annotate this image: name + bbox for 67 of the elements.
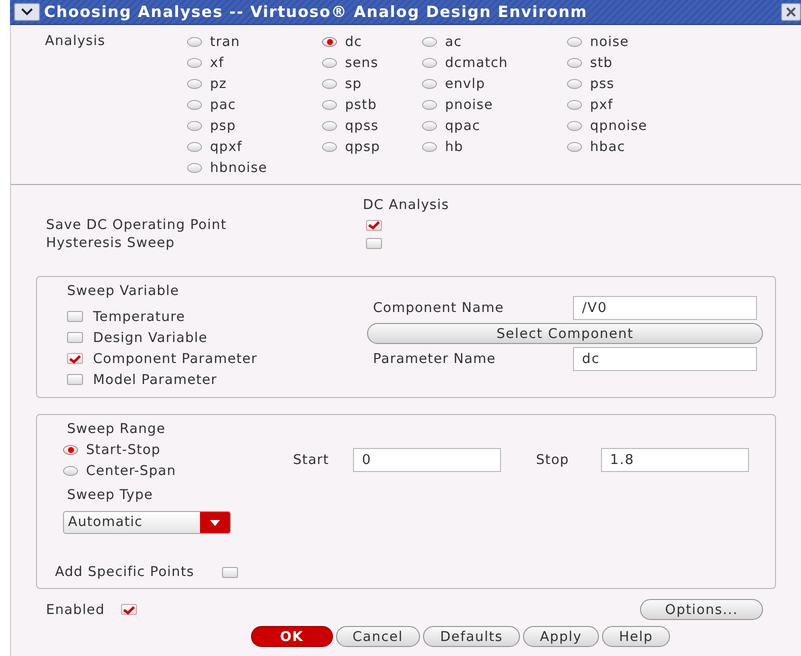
close-button[interactable] [781, 3, 801, 21]
analysis-radio[interactable]: xf [187, 52, 322, 73]
window-title: Choosing Analyses -- Virtuoso® Analog Design Environm [44, 3, 588, 21]
analysis-radio[interactable]: pnoise [422, 94, 567, 115]
dialog-button[interactable]: OK [251, 626, 333, 647]
analysis-radio[interactable]: qpss [322, 115, 422, 136]
analysis-radio[interactable]: stb [567, 52, 687, 73]
field-label: Start [293, 452, 330, 468]
caret-icon [21, 8, 33, 16]
dialog-button[interactable]: Apply [522, 626, 599, 647]
field-label: Component Name [373, 300, 505, 316]
analysis-radio[interactable]: dc [322, 31, 422, 52]
close-icon [786, 7, 796, 17]
parameter-name-field[interactable]: dc [573, 347, 757, 371]
checkbox-option[interactable]: Model Parameter [67, 369, 218, 390]
analysis-label: Analysis [45, 32, 106, 51]
field-label: Parameter Name [373, 351, 497, 367]
checkbox[interactable] [120, 604, 137, 615]
analysis-radio[interactable]: hbnoise [187, 157, 322, 178]
option-label: Hysteresis Sweep [46, 235, 176, 251]
stop-field[interactable]: 1.8 [601, 448, 749, 472]
checkbox-option[interactable]: Temperature [67, 306, 186, 327]
checkbox-option[interactable]: Component Parameter [67, 348, 258, 369]
sweep-mode-radio[interactable]: Center-Span [63, 460, 293, 481]
checkbox[interactable] [366, 220, 382, 230]
options-button[interactable]: Options... [640, 599, 763, 620]
checkbox-option[interactable]: Design Variable [67, 327, 208, 348]
analysis-radio[interactable]: sp [322, 73, 422, 94]
analysis-radio[interactable]: sens [322, 52, 422, 73]
select-component-button[interactable]: Select Component [367, 323, 763, 344]
checkmark-icon [68, 354, 82, 364]
analysis-radio[interactable]: psp [187, 115, 322, 136]
option-label: Enabled [46, 602, 105, 618]
analysis-radio[interactable]: qpac [422, 115, 567, 136]
checkbox[interactable] [366, 238, 382, 248]
field-label: Sweep Type [67, 487, 154, 505]
analysis-radio[interactable]: pac [187, 94, 322, 115]
caret-icon [210, 520, 220, 526]
analysis-radio[interactable]: pss [567, 73, 687, 94]
window-menu-button[interactable] [14, 3, 40, 21]
analysis-radio[interactable]: hb [422, 136, 567, 157]
analysis-radio[interactable]: ac [422, 31, 567, 52]
analysis-radio[interactable]: pxf [567, 94, 687, 115]
start-field[interactable]: 0 [353, 448, 501, 472]
analysis-radio[interactable]: qpnoise [567, 115, 687, 136]
analysis-radio[interactable]: tran [187, 31, 322, 52]
dialog-button[interactable]: Help [602, 626, 670, 647]
analysis-radio[interactable]: pz [187, 73, 322, 94]
dialog-button[interactable]: Cancel [336, 626, 420, 647]
component-name-field[interactable]: /V0 [573, 296, 757, 320]
sweep-type-dropdown[interactable]: Automatic [63, 511, 231, 534]
analysis-radio[interactable]: hbac [567, 136, 687, 157]
section-title: DC Analysis [362, 197, 450, 213]
analysis-radio[interactable]: noise [567, 31, 687, 52]
option-label: Save DC Operating Point [46, 217, 228, 233]
analysis-radio[interactable]: qpsp [322, 136, 422, 157]
sweep-mode-radio[interactable]: Start-Stop [63, 439, 293, 460]
analysis-radio[interactable]: qpxf [187, 136, 322, 157]
option-label: Add Specific Points [55, 564, 194, 580]
analysis-radio[interactable]: pstb [322, 94, 422, 115]
group-title: Sweep Variable [67, 283, 180, 301]
analysis-radio[interactable]: dcmatch [422, 52, 567, 73]
field-label: Stop [536, 452, 570, 468]
group-title: Sweep Range [67, 421, 166, 437]
analysis-radio[interactable]: envlp [422, 73, 567, 94]
checkbox[interactable] [222, 566, 238, 578]
dialog-button[interactable]: Defaults [423, 626, 520, 647]
